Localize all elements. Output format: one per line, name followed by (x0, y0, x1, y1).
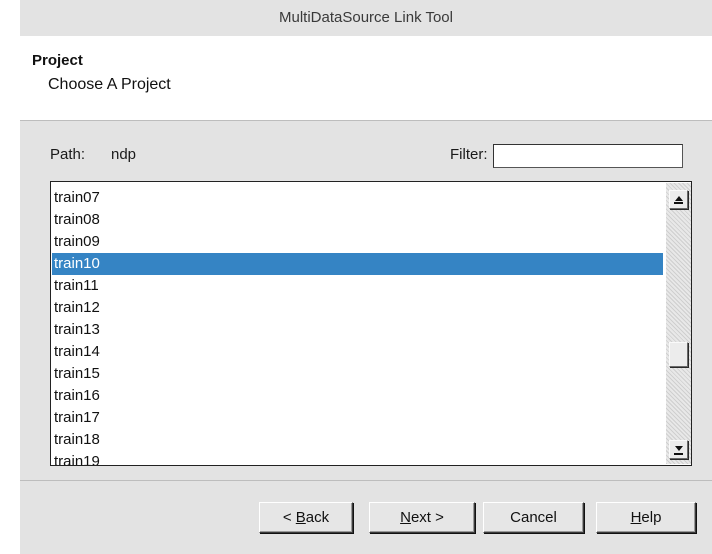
help-button-rest: elp (641, 509, 662, 526)
header-subtitle: Choose A Project (48, 76, 171, 93)
path-value: ndp (111, 146, 137, 163)
window-title: MultiDataSource Link Tool (20, 0, 712, 36)
project-list: train07 train08 train09 train10 train11 train… (52, 187, 663, 465)
back-button-rest: ack (305, 509, 330, 526)
list-item[interactable]: train13 (52, 319, 663, 341)
list-item[interactable]: train07 (52, 187, 663, 209)
header-panel: Project Choose A Project (20, 36, 712, 120)
scroll-thumb[interactable] (669, 342, 688, 367)
dialog-window: MultiDataSource Link Tool Project Choose… (20, 0, 712, 554)
list-item[interactable]: train19 (52, 451, 663, 465)
list-item[interactable]: train16 (52, 385, 663, 407)
list-item[interactable]: train18 (52, 429, 663, 451)
list-item[interactable]: train12 (52, 297, 663, 319)
arrow-up-icon[interactable] (669, 190, 688, 209)
footer-divider (20, 480, 712, 481)
back-button-mnemonic: B (295, 509, 306, 526)
next-button[interactable]: Next > (369, 502, 475, 533)
help-button-mnemonic: H (630, 509, 642, 526)
header-divider (20, 120, 712, 121)
list-item[interactable]: train09 (52, 231, 663, 253)
filter-label: Filter: (450, 146, 488, 163)
help-button[interactable]: Help (596, 502, 696, 533)
next-button-mnemonic: N (400, 509, 411, 526)
list-item[interactable]: train15 (52, 363, 663, 385)
list-item[interactable]: train17 (52, 407, 663, 429)
list-item[interactable]: train11 (52, 275, 663, 297)
header-title: Project (32, 52, 83, 69)
cancel-button-label: Cancel (510, 509, 557, 526)
back-button[interactable]: < Back (259, 502, 353, 533)
filter-input[interactable] (493, 144, 683, 168)
list-item[interactable]: train14 (52, 341, 663, 363)
back-button-prefix: < (282, 509, 296, 526)
project-listbox[interactable]: train07 train08 train09 train10 train11 train… (50, 181, 692, 466)
cancel-button[interactable]: Cancel (483, 502, 584, 533)
vertical-scrollbar[interactable] (666, 183, 691, 464)
next-button-rest: ext > (410, 509, 444, 526)
list-item[interactable]: train10 (52, 253, 663, 275)
path-label: Path: (50, 146, 86, 163)
arrow-down-icon[interactable] (669, 440, 688, 459)
list-item[interactable]: train08 (52, 209, 663, 231)
